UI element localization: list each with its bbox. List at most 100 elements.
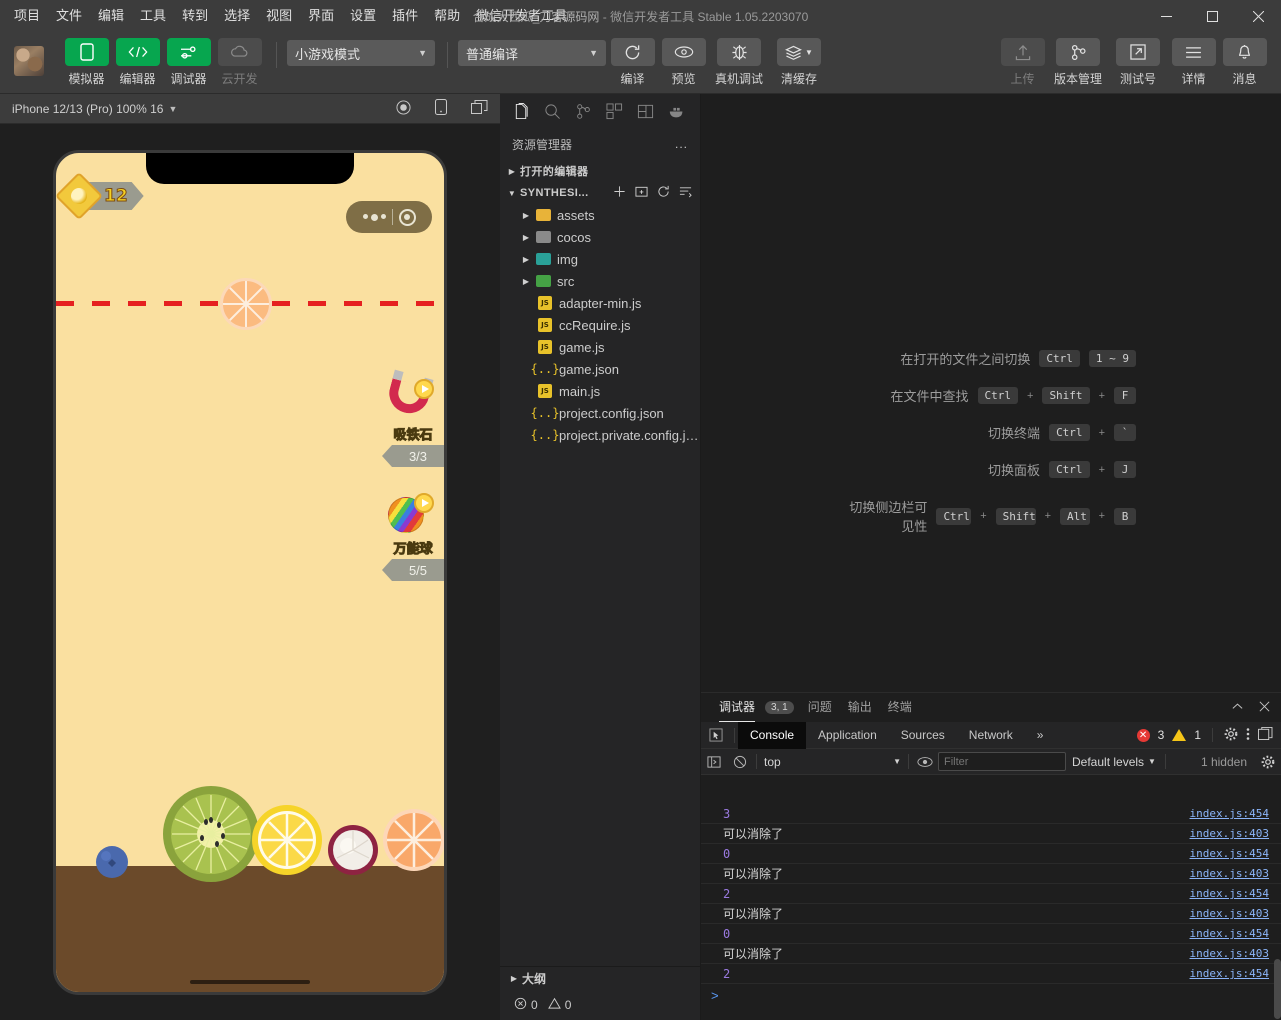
magnet-icon[interactable] — [384, 378, 434, 423]
console-row[interactable]: 0 index.js:454 — [701, 924, 1281, 944]
console-source-link[interactable]: index.js:403 — [1190, 907, 1281, 920]
rainbow-ball-icon[interactable] — [388, 493, 434, 537]
bug-icon[interactable] — [717, 38, 761, 66]
panel-tab-2[interactable]: 输出 — [840, 693, 880, 722]
toolbar-action-bug[interactable]: 真机调试 — [710, 38, 768, 87]
panel-tab-3[interactable]: 终端 — [880, 693, 920, 722]
console-prompt[interactable]: > — [701, 984, 1281, 1006]
chevron-right-icon[interactable]: ▶ — [518, 233, 534, 242]
chevron-down-icon[interactable]: ▼ — [168, 104, 177, 114]
powerup-rainbow-ball[interactable]: 万能球 5/5 — [382, 493, 444, 581]
rotate-device-icon[interactable] — [435, 99, 447, 118]
minimize-icon[interactable] — [1143, 0, 1189, 32]
docker-icon[interactable] — [661, 95, 692, 127]
chevron-right-icon[interactable]: ▶ — [518, 255, 534, 264]
devtools-tab-bar[interactable]: Console Application Sources Network» ✕ 3 1 — [701, 721, 1281, 749]
mode-select-wrap[interactable]: 小游戏模式 ▼ — [287, 38, 435, 66]
devtools-tab-sources[interactable]: Sources — [889, 722, 957, 749]
toolbar-action-layers[interactable]: ▼ 清缓存 — [770, 38, 828, 87]
close-icon[interactable] — [1258, 700, 1271, 716]
tree-item-project-config-json[interactable]: {..} project.config.json — [500, 402, 700, 424]
phone-icon[interactable] — [64, 38, 109, 66]
menu-item-10[interactable]: 帮助 — [426, 0, 468, 32]
extensions-icon[interactable] — [599, 95, 630, 127]
device-selector-label[interactable]: iPhone 12/13 (Pro) 100% 16 — [12, 102, 163, 116]
toolbar-button-cloud[interactable]: 云开发 — [215, 38, 264, 87]
panel-tab-1[interactable]: 问题 — [800, 693, 840, 722]
console-row[interactable]: 2 index.js:454 — [701, 964, 1281, 984]
more-vertical-icon[interactable] — [1246, 727, 1250, 744]
chevron-right-icon[interactable]: ▶ — [518, 277, 534, 286]
devtools-tab-[interactable]: » — [1025, 722, 1056, 749]
toolbar-right-upload[interactable]: 上传 — [998, 38, 1047, 87]
maximize-icon[interactable] — [1189, 0, 1235, 32]
menu-item-6[interactable]: 视图 — [258, 0, 300, 32]
tree-item-img[interactable]: ▶ img — [500, 248, 700, 270]
collapse-all-icon[interactable] — [679, 185, 692, 201]
compile-select-wrap[interactable]: 普通编译 ▼ — [458, 38, 606, 66]
tree-item-assets[interactable]: ▶ assets — [500, 204, 700, 226]
files-icon[interactable] — [506, 95, 537, 127]
live-expression-icon[interactable] — [912, 756, 938, 768]
tree-item-game-js[interactable]: JS game.js — [500, 336, 700, 358]
panel-tab-0[interactable]: 调试器 — [711, 693, 763, 722]
console-row[interactable]: 可以消除了 index.js:403 — [701, 944, 1281, 964]
chevron-up-icon[interactable] — [1231, 700, 1244, 716]
console-row[interactable]: 2 index.js:454 — [701, 884, 1281, 904]
debug-icon[interactable] — [630, 95, 661, 127]
menu-item-3[interactable]: 工具 — [132, 0, 174, 32]
toolbar-action-eye[interactable]: 预览 — [659, 38, 708, 87]
layers-icon[interactable]: ▼ — [777, 38, 821, 66]
more-icon[interactable] — [362, 213, 386, 221]
tree-item-game-json[interactable]: {..} game.json — [500, 358, 700, 380]
upload-icon[interactable] — [1000, 38, 1045, 66]
clear-console-icon[interactable] — [727, 755, 753, 769]
play-icon[interactable] — [414, 493, 434, 513]
console-context-select[interactable]: top ▼ — [760, 752, 905, 771]
user-avatar[interactable] — [14, 46, 44, 76]
powerups-list[interactable]: 吸铁石 3/3 万能球 5/5 — [382, 375, 444, 611]
console-row[interactable]: 可以消除了 index.js:403 — [701, 824, 1281, 844]
play-icon[interactable] — [414, 379, 434, 399]
toolbar-mode-buttons[interactable]: 模拟器 编辑器 调试器 云开发 — [62, 38, 266, 87]
toolbar-right-branch[interactable]: 版本管理 — [1049, 38, 1107, 87]
close-game-icon[interactable] — [398, 208, 416, 226]
eye-icon[interactable] — [661, 38, 706, 66]
console-filter-input[interactable] — [938, 752, 1066, 771]
console-source-link[interactable]: index.js:403 — [1190, 867, 1281, 880]
devtools-tab-console[interactable]: Console — [738, 721, 807, 749]
toolbar-action-buttons[interactable]: 编译 预览 真机调试 ▼ 清缓存 — [608, 38, 830, 87]
toolbar-right-bell[interactable]: 消息 — [1220, 38, 1269, 87]
tree-item-project-private-config-js---[interactable]: {..} project.private.config.js... — [500, 424, 700, 446]
external-link-icon[interactable] — [1116, 38, 1160, 66]
console-row[interactable]: 可以消除了 index.js:403 — [701, 904, 1281, 924]
multi-window-icon[interactable] — [471, 100, 488, 117]
console-levels-select[interactable]: Default levels ▼ — [1066, 755, 1162, 769]
new-folder-icon[interactable] — [635, 185, 648, 201]
toolbar-button-code[interactable]: 编辑器 — [113, 38, 162, 87]
console-log-list[interactable]: 3 index.js:454 可以消除了 index.js:403 0 index.js:… — [701, 804, 1281, 1020]
explorer-more-icon[interactable]: ... — [675, 137, 688, 151]
refresh-icon[interactable] — [657, 185, 670, 201]
console-source-link[interactable]: index.js:403 — [1190, 827, 1281, 840]
bell-icon[interactable] — [1222, 38, 1267, 66]
menu-item-7[interactable]: 界面 — [300, 0, 342, 32]
menu-item-11[interactable]: 微信开发者工具 — [468, 0, 575, 32]
devtools-tab-network[interactable]: Network — [957, 722, 1025, 749]
menu-item-4[interactable]: 转到 — [174, 0, 216, 32]
mode-select[interactable]: 小游戏模式 ▼ — [287, 40, 435, 66]
toolbar-action-refresh[interactable]: 编译 — [608, 38, 657, 87]
console-source-link[interactable]: index.js:454 — [1190, 847, 1281, 860]
search-icon[interactable] — [537, 95, 568, 127]
console-source-link[interactable]: index.js:454 — [1190, 927, 1281, 940]
menu-item-9[interactable]: 插件 — [384, 0, 426, 32]
menu-item-8[interactable]: 设置 — [342, 0, 384, 32]
new-file-icon[interactable] — [613, 185, 626, 201]
branch-icon[interactable] — [1056, 38, 1100, 66]
compile-select[interactable]: 普通编译 ▼ — [458, 40, 606, 66]
menu-item-0[interactable]: 项目 — [6, 0, 48, 32]
console-toolbar[interactable]: top ▼ Default levels ▼ 1 hidden — [701, 749, 1281, 775]
error-icon[interactable] — [514, 997, 527, 1013]
chevron-right-icon[interactable]: ▶ — [518, 211, 534, 220]
panel-tab-bar[interactable]: 调试器 3, 1 问题 输出 终端 — [701, 693, 1281, 722]
